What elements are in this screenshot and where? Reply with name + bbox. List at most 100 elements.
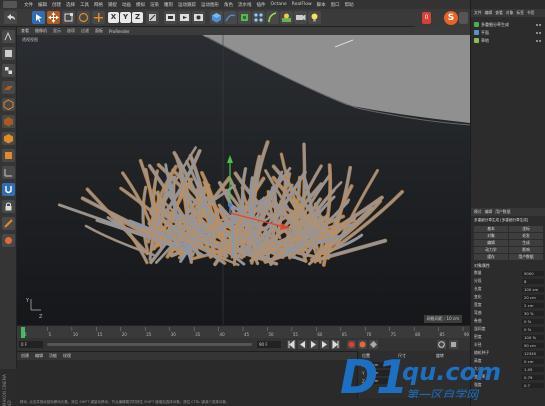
end-frame-field[interactable]: 90 F	[257, 341, 281, 348]
attribute-field-row[interactable]: 卷曲 0 %	[474, 318, 544, 324]
make-editable-icon[interactable]	[2, 30, 15, 43]
app-icon[interactable]	[3, 1, 17, 8]
tab-object[interactable]: 对象	[474, 233, 508, 239]
attribute-field-value[interactable]: 20 cm	[522, 294, 544, 300]
attribute-field-row[interactable]: 宽度 2 cm	[474, 302, 544, 308]
render-icon[interactable]	[178, 11, 191, 24]
menu-item[interactable]: 运动图形	[201, 2, 219, 8]
scale-icon[interactable]	[62, 11, 75, 24]
attribute-field-value[interactable]: 50 cm	[522, 342, 544, 348]
tab-dynamics[interactable]: 动力学	[474, 247, 508, 253]
points-mode-icon[interactable]	[2, 98, 15, 111]
autokey-icon[interactable]	[358, 340, 367, 349]
attribute-field-row[interactable]: 湿润度 0 %	[474, 326, 544, 332]
menu-item[interactable]: 脚本	[317, 2, 326, 8]
subdivision-icon[interactable]	[238, 11, 251, 24]
paint-icon[interactable]	[2, 234, 15, 247]
object-menu-item[interactable]: 编辑	[485, 10, 493, 16]
attribute-field-row[interactable]: 弯曲 30 %	[474, 310, 544, 316]
prev-key-icon[interactable]	[298, 340, 307, 349]
lock-icon[interactable]	[2, 200, 15, 213]
attribute-field-value[interactable]: 5000	[522, 270, 544, 276]
attribute-field-value[interactable]: 0 cm	[522, 358, 544, 364]
attribute-field-row[interactable]: 数量 5000	[474, 270, 544, 276]
menu-item[interactable]: 创建	[52, 2, 61, 8]
tab-influence[interactable]: 影响	[509, 247, 543, 253]
render-view-icon[interactable]	[164, 11, 177, 24]
goto-start-icon[interactable]	[287, 339, 296, 350]
attribute-menu-item[interactable]: 模式	[474, 209, 482, 215]
tab-user-data[interactable]: 用户数据	[509, 254, 543, 260]
workplane-icon[interactable]	[2, 81, 15, 94]
object-row[interactable]: 平面	[474, 29, 544, 36]
axis-z-toggle[interactable]: Z	[132, 12, 143, 23]
attribute-field-value[interactable]: 30 %	[522, 310, 544, 316]
menu-item[interactable]: 动画	[122, 2, 131, 8]
axis-x-toggle[interactable]: X	[108, 12, 119, 23]
menu-item[interactable]: 插件	[257, 2, 266, 8]
axis-y-toggle[interactable]: Y	[120, 12, 131, 23]
attribute-field-value[interactable]: 0.7	[522, 382, 544, 388]
viewport-menu-item[interactable]: 选项	[67, 28, 75, 34]
coordinate-system-icon[interactable]	[146, 11, 159, 24]
axis-mode-icon[interactable]	[2, 166, 15, 179]
frame-range-slider[interactable]	[47, 343, 252, 346]
undo-icon[interactable]	[4, 11, 17, 24]
sculpt-icon[interactable]	[2, 217, 15, 230]
camera-icon[interactable]	[294, 11, 307, 24]
attribute-menu-item[interactable]: 编辑	[485, 209, 493, 215]
viewport-menu-item[interactable]: ProRender	[109, 29, 130, 34]
menu-item[interactable]: 选择	[66, 2, 75, 8]
object-menu-item[interactable]: 对象	[506, 10, 514, 16]
menu-item[interactable]: 文件	[24, 2, 33, 8]
object-menu-item[interactable]: 文件	[474, 10, 482, 16]
menu-item[interactable]: RealFlow	[292, 2, 312, 7]
attribute-field-value[interactable]: 8	[522, 278, 544, 284]
polygons-mode-icon[interactable]	[2, 132, 15, 145]
snap-icon[interactable]	[2, 183, 15, 196]
object-row[interactable]: 草地	[474, 37, 544, 44]
tab-generate[interactable]: 生成	[509, 240, 543, 246]
material-menu-item[interactable]: 纹理	[63, 353, 71, 359]
attribute-field-value[interactable]: 12345	[522, 350, 544, 356]
tab-hair[interactable]: 毛发	[509, 233, 543, 239]
attribute-field-value[interactable]: 100 %	[522, 334, 544, 340]
attribute-field-value[interactable]: 2 cm	[522, 302, 544, 308]
live-select-icon[interactable]	[32, 11, 45, 24]
render-settings-icon[interactable]	[192, 11, 205, 24]
rotate-icon[interactable]	[77, 11, 90, 24]
viewport-menu-item[interactable]: 过滤	[81, 28, 89, 34]
move-icon[interactable]	[47, 11, 60, 24]
object-menu-item[interactable]: 书签	[527, 10, 535, 16]
play-icon[interactable]	[309, 340, 318, 349]
object-menu-item[interactable]: 标签	[516, 10, 524, 16]
record-icon[interactable]	[347, 340, 356, 349]
perspective-viewport[interactable]: Y Z 网格间距 : 10 cm	[17, 35, 470, 325]
menu-item[interactable]: 捕捉	[108, 2, 117, 8]
tab-cache[interactable]: 缓存	[474, 254, 508, 260]
attribute-field-row[interactable]: 分段 8	[474, 278, 544, 284]
light-icon[interactable]	[308, 11, 321, 24]
timeline-ruler[interactable]: 0 5 10 15 20 25 30 35 40 45 50 55 60 65 70 75 80 85 90	[17, 325, 470, 338]
edges-mode-icon[interactable]	[2, 115, 15, 128]
material-menu-item[interactable]: 创建	[21, 353, 29, 359]
attribute-field-value[interactable]: 0.79	[522, 374, 544, 380]
menu-item[interactable]: 模拟	[136, 2, 145, 8]
menu-item[interactable]: 网格	[94, 2, 103, 8]
menu-item[interactable]: 帮助	[345, 2, 354, 8]
material-menu-item[interactable]: 功能	[49, 353, 57, 359]
model-mode-icon[interactable]	[2, 47, 15, 60]
menu-item[interactable]: 窗口	[331, 2, 340, 8]
tab-coords[interactable]: 坐标	[509, 226, 543, 232]
object-row[interactable]: 多重细分草生成	[474, 21, 544, 28]
menu-item[interactable]: Octane	[271, 2, 287, 7]
attribute-field-row[interactable]: 密度 100 %	[474, 334, 544, 340]
menu-item[interactable]: 运动跟踪	[178, 2, 196, 8]
attribute-menu-item[interactable]: 用户数据	[495, 209, 510, 215]
uv-mode-icon[interactable]	[2, 149, 15, 162]
texture-mode-icon[interactable]	[2, 64, 15, 77]
cube-icon[interactable]	[210, 11, 223, 24]
attribute-field-row[interactable]: 半径 50 cm	[474, 342, 544, 348]
menu-item[interactable]: 雕刻	[164, 2, 173, 8]
deformer-icon[interactable]	[266, 11, 279, 24]
